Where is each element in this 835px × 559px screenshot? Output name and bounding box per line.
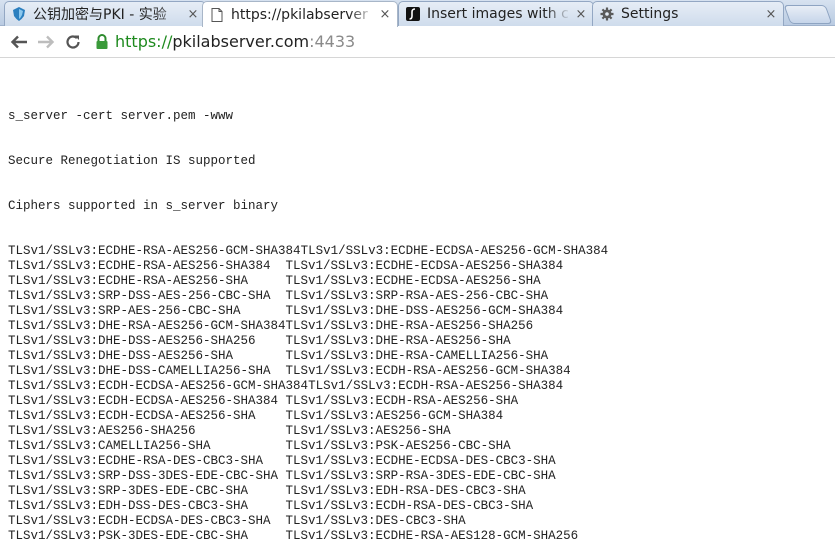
- cipher-entry: TLSv1/SSLv3:AES256-SHA256: [8, 424, 286, 438]
- cipher-entry: TLSv1/SSLv3:ECDH-RSA-AES256-SHA: [285, 394, 519, 408]
- cipher-row: TLSv1/SSLv3:ECDH-ECDSA-AES256-GCM-SHA384…: [8, 379, 835, 394]
- cipher-row: TLSv1/SSLv3:SRP-DSS-3DES-EDE-CBC-SHA TLS…: [8, 469, 835, 484]
- cipher-entry: TLSv1/SSLv3:DES-CBC3-SHA: [285, 514, 466, 528]
- url-text: https://pkilabserver.com:4433: [115, 32, 355, 51]
- cipher-entry: TLSv1/SSLv3:PSK-AES256-CBC-SHA: [285, 439, 511, 453]
- gear-icon: [599, 6, 615, 22]
- cipher-entry: TLSv1/SSLv3:ECDHE-RSA-AES256-SHA384: [8, 259, 286, 273]
- tab-pki-lab[interactable]: 公钥加密与PKI - 实验 ×: [4, 1, 206, 26]
- tab-title: Insert images with c: [427, 6, 569, 22]
- reload-icon[interactable]: [62, 31, 84, 53]
- cipher-entry: TLSv1/SSLv3:AES256-SHA: [285, 424, 451, 438]
- page-line: s_server -cert server.pem -www: [8, 109, 234, 123]
- tab-pkilabserver[interactable]: https://pkilabserver ×: [202, 1, 398, 27]
- new-tab-button[interactable]: [783, 5, 833, 24]
- cipher-row: TLSv1/SSLv3:SRP-3DES-EDE-CBC-SHA TLSv1/S…: [8, 484, 835, 499]
- cipher-entry: TLSv1/SSLv3:ECDH-ECDSA-AES256-SHA384: [8, 394, 286, 408]
- cipher-entry: TLSv1/SSLv3:ECDHE-RSA-DES-CBC3-SHA: [8, 454, 286, 468]
- cipher-row: TLSv1/SSLv3:DHE-RSA-AES256-GCM-SHA384 TLS…: [8, 319, 835, 334]
- cipher-entry: TLSv1/SSLv3:PSK-3DES-EDE-CBC-SHA: [8, 529, 286, 543]
- italic-s-icon: [405, 6, 421, 22]
- address-bar[interactable]: https://pkilabserver.com:4433: [95, 30, 355, 54]
- cipher-entry: TLSv1/SSLv3:DHE-RSA-AES256-SHA: [285, 334, 511, 348]
- tab-strip: 公钥加密与PKI - 实验 × https://pkilabserver × I…: [0, 0, 835, 27]
- cipher-entry: TLSv1/SSLv3:EDH-DSS-DES-CBC3-SHA: [8, 499, 286, 513]
- cipher-row: TLSv1/SSLv3:SRP-DSS-AES-256-CBC-SHA TLSv…: [8, 289, 835, 304]
- page-icon: [209, 7, 225, 23]
- cipher-row: TLSv1/SSLv3:ECDH-ECDSA-DES-CBC3-SHA TLSv…: [8, 514, 835, 529]
- lock-icon[interactable]: [95, 33, 111, 50]
- url-port: :4433: [309, 32, 356, 51]
- cipher-entry: TLSv1/SSLv3:ECDHE-ECDSA-DES-CBC3-SHA: [285, 454, 556, 468]
- cipher-row: TLSv1/SSLv3:CAMELLIA256-SHA TLSv1/SSLv3:…: [8, 439, 835, 454]
- cipher-row: TLSv1/SSLv3:AES256-SHA256 TLSv1/SSLv3:AE…: [8, 424, 835, 439]
- forward-icon[interactable]: [35, 31, 57, 53]
- tab-title: Settings: [621, 6, 679, 22]
- cipher-entry: TLSv1/SSLv3:ECDH-RSA-AES256-GCM-SHA384: [285, 364, 571, 378]
- cipher-row: TLSv1/SSLv3:DHE-DSS-AES256-SHA TLSv1/SSL…: [8, 349, 835, 364]
- close-icon[interactable]: ×: [379, 7, 391, 22]
- cipher-entry: TLSv1/SSLv3:SRP-RSA-AES-256-CBC-SHA: [285, 289, 549, 303]
- cipher-entry: TLSv1/SSLv3:DHE-RSA-CAMELLIA256-SHA: [285, 349, 549, 363]
- cipher-row: TLSv1/SSLv3:EDH-DSS-DES-CBC3-SHA TLSv1/S…: [8, 499, 835, 514]
- cipher-row: TLSv1/SSLv3:SRP-AES-256-CBC-SHA TLSv1/SS…: [8, 304, 835, 319]
- cipher-row: TLSv1/SSLv3:PSK-3DES-EDE-CBC-SHA TLSv1/S…: [8, 529, 835, 544]
- cipher-entry: TLSv1/SSLv3:ECDH-RSA-DES-CBC3-SHA: [285, 499, 534, 513]
- cipher-entry: TLSv1/SSLv3:DHE-DSS-AES256-GCM-SHA384: [285, 304, 564, 318]
- back-icon[interactable]: [8, 31, 30, 53]
- page-content: s_server -cert server.pem -www Secure Re…: [0, 58, 835, 559]
- cipher-entry: TLSv1/SSLv3:ECDH-ECDSA-AES256-SHA: [8, 409, 286, 423]
- cipher-entry: TLSv1/SSLv3:ECDHE-ECDSA-AES256-GCM-SHA38…: [300, 244, 609, 258]
- tab-insert-images[interactable]: Insert images with c ×: [398, 1, 594, 26]
- cipher-entry: TLSv1/SSLv3:SRP-RSA-3DES-EDE-CBC-SHA: [285, 469, 556, 483]
- cipher-entry: TLSv1/SSLv3:ECDHE-RSA-AES256-SHA: [8, 274, 286, 288]
- tab-title: 公钥加密与PKI - 实验: [33, 7, 167, 23]
- cipher-entry: TLSv1/SSLv3:ECDH-ECDSA-AES256-GCM-SHA384: [8, 379, 309, 393]
- page-line: Ciphers supported in s_server binary: [8, 199, 279, 213]
- cipher-entry: TLSv1/SSLv3:ECDHE-RSA-AES256-GCM-SHA384: [8, 244, 301, 258]
- cipher-row: TLSv1/SSLv3:DHE-DSS-CAMELLIA256-SHA TLSv…: [8, 364, 835, 379]
- cipher-row: TLSv1/SSLv3:ECDHE-RSA-AES256-SHA384 TLSv…: [8, 259, 835, 274]
- cipher-row: TLSv1/SSLv3:DHE-DSS-AES256-SHA256 TLSv1/…: [8, 334, 835, 349]
- cipher-entry: TLSv1/SSLv3:SRP-AES-256-CBC-SHA: [8, 304, 286, 318]
- close-icon[interactable]: ×: [187, 7, 199, 22]
- cipher-row: TLSv1/SSLv3:ECDHE-RSA-DES-CBC3-SHA TLSv1…: [8, 454, 835, 469]
- url-scheme: https://: [115, 32, 173, 51]
- cipher-entry: TLSv1/SSLv3:CAMELLIA256-SHA: [8, 439, 286, 453]
- cipher-entry: TLSv1/SSLv3:SRP-DSS-AES-256-CBC-SHA: [8, 289, 286, 303]
- cipher-entry: TLSv1/SSLv3:ECDHE-ECDSA-AES256-SHA: [285, 274, 541, 288]
- cipher-row: TLSv1/SSLv3:ECDHE-RSA-AES256-SHA TLSv1/S…: [8, 274, 835, 289]
- cipher-entry: TLSv1/SSLv3:DHE-DSS-AES256-SHA256: [8, 334, 286, 348]
- cipher-entry: TLSv1/SSLv3:ECDHE-RSA-AES128-GCM-SHA256: [285, 529, 579, 543]
- cipher-row: TLSv1/SSLv3:ECDH-ECDSA-AES256-SHA384 TLS…: [8, 394, 835, 409]
- cipher-entry: TLSv1/SSLv3:SRP-3DES-EDE-CBC-SHA: [8, 484, 286, 498]
- cipher-entry: TLSv1/SSLv3:ECDH-RSA-AES256-SHA384: [308, 379, 564, 393]
- cipher-row: TLSv1/SSLv3:ECDHE-RSA-AES256-GCM-SHA384 T…: [8, 244, 835, 259]
- close-icon[interactable]: ×: [765, 7, 777, 22]
- cipher-entry: TLSv1/SSLv3:DHE-DSS-CAMELLIA256-SHA: [8, 364, 286, 378]
- shield-icon: [11, 6, 27, 22]
- browser-toolbar: https://pkilabserver.com:4433: [0, 26, 835, 58]
- cipher-entry: TLSv1/SSLv3:DHE-RSA-AES256-SHA256: [285, 319, 534, 333]
- url-host: pkilabserver.com: [172, 32, 310, 51]
- close-icon[interactable]: ×: [575, 7, 587, 22]
- tab-settings[interactable]: Settings ×: [592, 1, 784, 26]
- cipher-entry: TLSv1/SSLv3:AES256-GCM-SHA384: [285, 409, 504, 423]
- cipher-entry: TLSv1/SSLv3:DHE-DSS-AES256-SHA: [8, 349, 286, 363]
- cipher-entry: TLSv1/SSLv3:EDH-RSA-DES-CBC3-SHA: [285, 484, 526, 498]
- tab-title: https://pkilabserver: [231, 6, 368, 23]
- cipher-row: TLSv1/SSLv3:ECDH-ECDSA-AES256-SHA TLSv1/…: [8, 409, 835, 424]
- cipher-entry: TLSv1/SSLv3:ECDHE-ECDSA-AES256-SHA384: [285, 259, 564, 273]
- cipher-entry: TLSv1/SSLv3:ECDH-ECDSA-DES-CBC3-SHA: [8, 514, 286, 528]
- cipher-list: TLSv1/SSLv3:ECDHE-RSA-AES256-GCM-SHA384 T…: [8, 244, 835, 544]
- page-line: Secure Renegotiation IS supported: [8, 154, 256, 168]
- cipher-entry: TLSv1/SSLv3:DHE-RSA-AES256-GCM-SHA384: [8, 319, 286, 333]
- cipher-entry: TLSv1/SSLv3:SRP-DSS-3DES-EDE-CBC-SHA: [8, 469, 286, 483]
